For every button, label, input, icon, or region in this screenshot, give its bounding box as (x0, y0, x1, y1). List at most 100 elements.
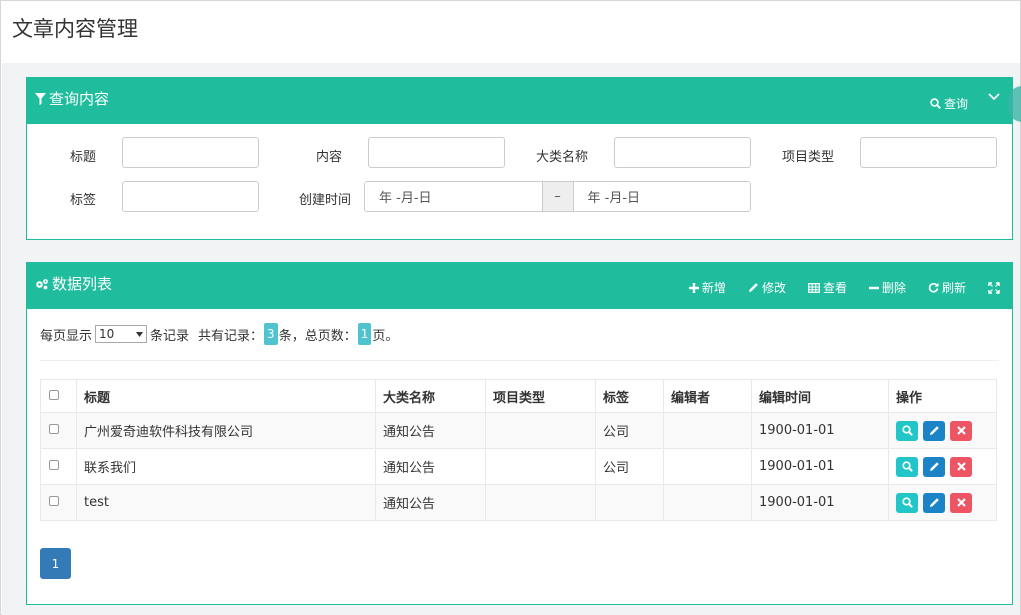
table-row[interactable]: 联系我们 通知公告 公司 1900-01-01 (40, 448, 997, 485)
total-pages-badge: 1 (357, 323, 372, 345)
cell-tag: 公司 (595, 412, 664, 449)
search-icon (901, 497, 913, 508)
content-input[interactable] (368, 137, 505, 168)
column-header[interactable]: 编辑者 (663, 379, 752, 413)
date-separator: – (541, 182, 574, 211)
cell-editor (663, 412, 752, 449)
data-panel-title: 数据列表 (35, 273, 112, 294)
total-records-badge: 3 (264, 323, 278, 345)
page-size-prefix: 每页显示 (40, 328, 93, 344)
total-suffix: 条，总页数： (278, 328, 357, 344)
column-header[interactable]: 编辑时间 (751, 379, 889, 413)
pager-info: 每页显示 10 条记录 共有记录： 3 条，总页数： 1 页。 (40, 323, 398, 345)
cell-actions (888, 484, 997, 521)
refresh-button[interactable]: 刷新 (928, 279, 966, 296)
close-icon (956, 426, 966, 435)
table-icon (808, 282, 820, 293)
search-panel-title: 查询内容 (35, 88, 109, 109)
cell-category: 通知公告 (375, 412, 486, 449)
row-checkbox[interactable] (49, 460, 59, 470)
caret-down-icon (136, 331, 144, 337)
plus-icon (688, 282, 699, 293)
add-button-label: 新增 (701, 281, 726, 295)
filter-icon (35, 92, 46, 105)
cell-time: 1900-01-01 (751, 412, 889, 449)
search-icon (930, 98, 941, 109)
column-header[interactable]: 标题 (76, 379, 376, 413)
total-prefix: 共有记录： (198, 328, 264, 344)
title-label: 标题 (70, 150, 97, 165)
pencil-icon (748, 283, 758, 292)
tag-input[interactable] (122, 181, 259, 212)
column-header[interactable]: 标签 (595, 379, 664, 413)
cell-editor (663, 448, 752, 485)
cell-editor (663, 484, 752, 521)
select-all-cell (40, 379, 77, 413)
table-row[interactable]: 广州爱奇迪软件科技有限公司 通知公告 公司 1900-01-01 (40, 412, 997, 449)
select-all-checkbox[interactable] (49, 389, 59, 400)
close-icon (956, 498, 966, 507)
fullscreen-button[interactable] (988, 279, 1000, 296)
records-label: 条记录 (150, 328, 190, 344)
chevron-down-icon (988, 93, 1000, 101)
row-view-button[interactable] (896, 420, 918, 441)
search-icon (901, 461, 913, 472)
refresh-icon (928, 282, 939, 293)
pagination-page-1[interactable]: 1 (40, 548, 71, 579)
data-list-panel: 数据列表 新增 修改 查看 删除 刷新 每页显示 10 条记录 共有记录： 3 … (26, 262, 1013, 605)
row-checkbox[interactable] (49, 424, 59, 434)
row-edit-button[interactable] (923, 420, 945, 441)
cell-tag: 公司 (595, 448, 664, 485)
pencil-icon (929, 426, 939, 435)
minus-icon (868, 286, 879, 289)
delete-button[interactable]: 删除 (868, 279, 906, 296)
refresh-button-label: 刷新 (941, 281, 966, 295)
cell-category: 通知公告 (375, 484, 486, 521)
row-delete-button[interactable] (950, 456, 972, 477)
search-panel: 查询内容 查询 标题 内容 大类名称 项目类型 标签 创建时间 年 -月-日 –… (26, 77, 1021, 240)
add-button[interactable]: 新增 (688, 279, 726, 296)
row-edit-button[interactable] (923, 456, 945, 477)
created-time-range: 年 -月-日 – 年 -月-日 (364, 181, 751, 212)
cell-type (485, 412, 596, 449)
title-input[interactable] (122, 137, 259, 168)
date-end-input[interactable]: 年 -月-日 (573, 182, 750, 211)
content-area: 查询内容 查询 标题 内容 大类名称 项目类型 标签 创建时间 年 -月-日 –… (2, 63, 1021, 615)
row-delete-button[interactable] (950, 420, 972, 441)
row-delete-button[interactable] (950, 492, 972, 513)
view-button[interactable]: 查看 (808, 279, 847, 296)
cell-time: 1900-01-01 (751, 448, 889, 485)
collapse-button[interactable] (988, 93, 1000, 101)
cell-title: 联系我们 (76, 448, 376, 485)
project-type-input[interactable] (860, 137, 997, 168)
gears-icon (36, 278, 48, 289)
row-checkbox[interactable] (49, 496, 59, 506)
row-edit-button[interactable] (923, 492, 945, 513)
column-header[interactable]: 大类名称 (375, 379, 486, 413)
query-button-label: 查询 (944, 97, 969, 111)
cell-title: 广州爱奇迪软件科技有限公司 (76, 412, 376, 449)
pencil-icon (929, 498, 939, 507)
cell-category: 通知公告 (375, 448, 486, 485)
search-panel-title-text: 查询内容 (49, 90, 110, 108)
query-button[interactable]: 查询 (930, 95, 968, 112)
page-title: 文章内容管理 (12, 17, 138, 41)
list-toolbar: 新增 修改 查看 删除 刷新 (667, 279, 1000, 296)
cell-tag (595, 484, 664, 521)
category-label: 大类名称 (536, 150, 589, 165)
table-row[interactable]: test 通知公告 1900-01-01 (40, 484, 997, 521)
category-input[interactable] (614, 137, 751, 168)
edit-button[interactable]: 修改 (748, 279, 786, 296)
date-start-input[interactable]: 年 -月-日 (365, 182, 542, 211)
delete-button-label: 删除 (881, 281, 906, 295)
created-time-label: 创建时间 (299, 193, 352, 208)
column-header[interactable]: 项目类型 (485, 379, 596, 413)
data-panel-title-text: 数据列表 (52, 275, 113, 293)
page-size-select[interactable]: 10 (95, 325, 148, 343)
row-view-button[interactable] (896, 492, 918, 513)
project-type-label: 项目类型 (782, 150, 835, 165)
tag-label: 标签 (70, 193, 97, 208)
column-header: 操作 (888, 379, 997, 413)
row-view-button[interactable] (896, 456, 918, 477)
row-checkbox-cell (40, 484, 77, 521)
